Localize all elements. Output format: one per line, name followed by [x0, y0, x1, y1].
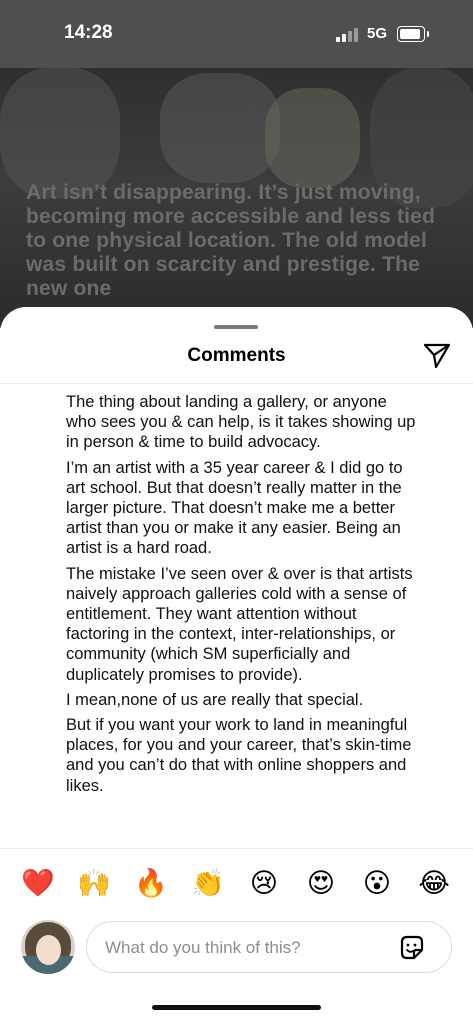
- status-bar: 14:28 5G: [0, 0, 473, 68]
- reaction-raising-hands-icon[interactable]: 🙌: [77, 867, 111, 899]
- post-background: Art isn’t disappearing. It’s just moving…: [0, 68, 473, 328]
- comment-input-container[interactable]: [86, 921, 452, 974]
- comment-paragraph: I mean,none of us are really that specia…: [66, 690, 364, 709]
- header-divider: [0, 383, 473, 384]
- status-time: 14:28: [64, 22, 113, 43]
- reaction-heart-icon[interactable]: ❤️: [21, 867, 55, 899]
- reaction-tears-of-joy-icon[interactable]: 😂: [418, 867, 450, 899]
- battery-icon: [397, 26, 429, 42]
- cellular-signal-icon: [336, 28, 360, 42]
- comment-paragraph: The thing about landing a gallery, or an…: [66, 393, 416, 452]
- sheet-title: Comments: [187, 345, 286, 366]
- comments-sheet: Comments The thing about landing a galle…: [0, 307, 473, 1023]
- post-caption-overlay: Art isn’t disappearing. It’s just moving…: [26, 181, 436, 300]
- reaction-crying-face-icon[interactable]: 😢: [248, 867, 280, 899]
- comment-text: The thing about landing a gallery, or an…: [66, 392, 416, 848]
- reaction-divider: [0, 848, 473, 849]
- reaction-heart-eyes-icon[interactable]: 😍: [305, 867, 337, 899]
- reaction-surprised-face-icon[interactable]: 😮: [361, 867, 393, 899]
- network-type: 5G: [367, 25, 388, 42]
- home-indicator[interactable]: [152, 1005, 321, 1010]
- comment-input[interactable]: [103, 922, 397, 974]
- comment-paragraph: The mistake I’ve seen over & over is tha…: [66, 564, 413, 684]
- reaction-clapping-hands-icon[interactable]: 👏: [191, 867, 225, 899]
- user-avatar[interactable]: [21, 920, 75, 974]
- quick-reactions-bar: ❤️ 🙌 🔥 👏 😢 😍 😮 😂: [0, 867, 473, 907]
- share-send-icon[interactable]: [422, 340, 452, 370]
- comment-paragraph: But if you want your work to land in mea…: [66, 716, 412, 795]
- reaction-fire-icon[interactable]: 🔥: [134, 867, 168, 899]
- sheet-grabber[interactable]: [214, 325, 258, 329]
- sticker-icon[interactable]: [397, 933, 427, 963]
- comment-paragraph: I’m an artist with a 35 year career & I …: [66, 458, 403, 558]
